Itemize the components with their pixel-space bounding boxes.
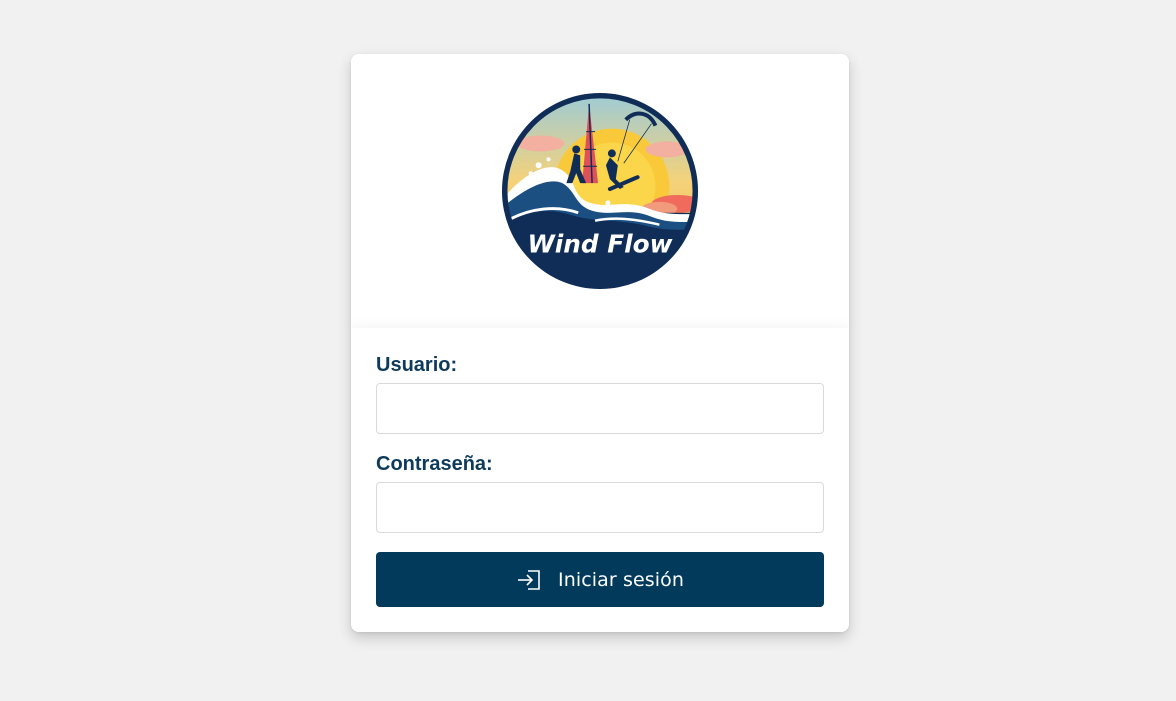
login-card: Wind Flow Usuario: Contraseña: Iniciar s… (351, 54, 849, 632)
login-button[interactable]: Iniciar sesión (376, 552, 824, 607)
login-form: Usuario: Contraseña: Iniciar sesión (351, 328, 849, 632)
password-label: Contraseña: (376, 453, 493, 475)
windflow-logo: Wind Flow (501, 92, 699, 290)
login-button-label: Iniciar sesión (558, 568, 684, 591)
sign-in-icon (518, 569, 540, 590)
username-label: Usuario: (376, 354, 458, 376)
username-input[interactable] (376, 383, 824, 434)
logo-area: Wind Flow (351, 54, 849, 328)
password-input[interactable] (376, 482, 824, 533)
logo-text: Wind Flow (528, 229, 673, 258)
